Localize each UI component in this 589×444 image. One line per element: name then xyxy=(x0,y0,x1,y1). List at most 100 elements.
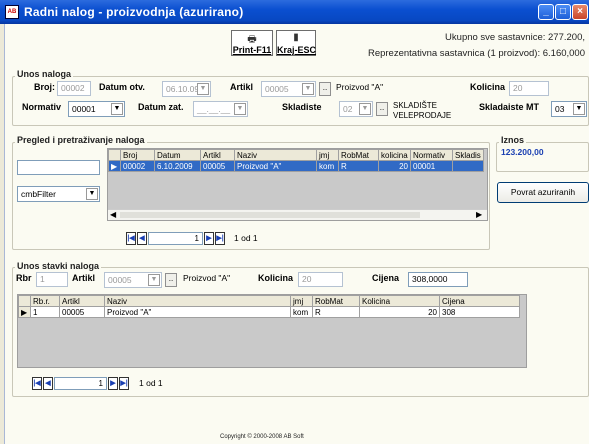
record-position-field[interactable]: 1 xyxy=(54,377,107,390)
skladiste-select[interactable]: 02 ▼ xyxy=(339,101,373,117)
col-header-normativ[interactable]: Normativ xyxy=(410,149,453,161)
stavke-kolicina-field[interactable]: 20 xyxy=(298,272,343,287)
stavke-artikl-name: Proizvod "A" xyxy=(183,273,231,283)
exit-button-label: Kraj-ESC xyxy=(277,45,317,55)
col-header-naziv[interactable]: Naziv xyxy=(104,295,291,307)
title-bar[interactable]: AB Radni nalog - proizvodnja (azurirano)… xyxy=(0,0,589,24)
artikl-browse-button[interactable]: .. xyxy=(319,82,331,96)
chevron-down-icon[interactable]: ▼ xyxy=(197,83,209,95)
scroll-right-icon[interactable]: ▶ xyxy=(476,210,482,219)
chevron-down-icon[interactable]: ▼ xyxy=(148,274,160,286)
cell-robmat[interactable]: R xyxy=(312,306,360,318)
col-header-jmj[interactable]: jmj xyxy=(290,295,313,307)
cell-artikl[interactable]: 00005 xyxy=(200,160,235,172)
cell-naziv[interactable]: Proizvod "A" xyxy=(234,160,317,172)
cell-kolicina[interactable]: 20 xyxy=(378,160,411,172)
table-row[interactable]: ▶ 00002 6.10.2009 00005 Proizvod "A" kom… xyxy=(108,160,484,172)
table-row[interactable]: ▶ 1 00005 Proizvod "A" kom R 20 308 xyxy=(18,306,520,318)
skladiste-mt-select[interactable]: 03 ▼ xyxy=(551,101,587,117)
col-header-artikl[interactable]: Artikl xyxy=(59,295,105,307)
stavke-artikl-browse-button[interactable]: .. xyxy=(165,273,177,287)
chevron-down-icon[interactable]: ▼ xyxy=(86,188,98,200)
last-record-button[interactable]: ▶| xyxy=(119,377,129,390)
cell-normativ[interactable]: 00001 xyxy=(410,160,453,172)
skladiste-name-line1: SKLADIŠTE xyxy=(393,101,438,110)
next-record-button[interactable]: ▶ xyxy=(204,232,214,245)
chevron-down-icon[interactable]: ▼ xyxy=(234,103,246,115)
exit-button[interactable]: ▮ Kraj-ESC xyxy=(276,30,316,56)
grid-header-row: Rb.r. Artikl Naziv jmj RobMat Kolicina C… xyxy=(18,295,520,307)
col-header-artikl[interactable]: Artikl xyxy=(200,149,235,161)
iznos-label: Iznos xyxy=(499,135,527,145)
first-record-button[interactable]: |◀ xyxy=(32,377,42,390)
filter-select[interactable]: cmbFilter ▼ xyxy=(17,186,100,202)
chevron-down-icon[interactable]: ▼ xyxy=(302,83,314,95)
pregled-label: Pregled i pretraživanje naloga xyxy=(15,135,147,145)
broj-label: Broj: xyxy=(34,82,55,92)
col-header-robmat[interactable]: RobMat xyxy=(312,295,360,307)
skladiste-value: 02 xyxy=(343,104,353,114)
cell-broj[interactable]: 00002 xyxy=(120,160,155,172)
datum-zat-field[interactable]: __.__.__ ▼ xyxy=(193,101,248,117)
skladiste-browse-button[interactable]: .. xyxy=(376,102,388,116)
cell-kolicina[interactable]: 20 xyxy=(359,306,440,318)
stavke-artikl-value: 00005 xyxy=(108,275,132,285)
skladiste-name-line2: VELEPRODAJE xyxy=(393,111,452,120)
datum-otv-field[interactable]: 06.10.09 ▼ xyxy=(162,81,211,97)
datum-otv-label: Datum otv. xyxy=(99,82,145,92)
stavke-kolicina-label: Kolicina xyxy=(258,273,294,283)
col-header-broj[interactable]: Broj xyxy=(120,149,155,161)
chevron-down-icon[interactable]: ▼ xyxy=(573,103,585,115)
grid-horizontal-scrollbar[interactable]: ◀ ▶ xyxy=(108,209,487,220)
maximize-button[interactable]: □ xyxy=(555,4,571,20)
col-header-rbr[interactable]: Rb.r. xyxy=(30,295,60,307)
last-record-button[interactable]: ▶| xyxy=(215,232,225,245)
prev-record-button[interactable]: ◀ xyxy=(137,232,147,245)
cell-datum[interactable]: 6.10.2009 xyxy=(154,160,201,172)
scroll-thumb[interactable] xyxy=(120,212,420,218)
cell-artikl[interactable]: 00005 xyxy=(59,306,105,318)
col-header-robmat[interactable]: RobMat xyxy=(338,149,379,161)
stavke-grid[interactable]: Rb.r. Artikl Naziv jmj RobMat Kolicina C… xyxy=(17,294,527,368)
next-record-button[interactable]: ▶ xyxy=(108,377,118,390)
rbr-field[interactable]: 1 xyxy=(36,272,68,287)
col-header-skladiste[interactable]: Skladis xyxy=(452,149,484,161)
cell-jmj[interactable]: kom xyxy=(316,160,339,172)
record-position-field[interactable]: 1 xyxy=(148,232,203,245)
record-count: 1 od 1 xyxy=(139,378,163,388)
first-record-button[interactable]: |◀ xyxy=(126,232,136,245)
cell-cijena[interactable]: 308 xyxy=(439,306,520,318)
datum-otv-value: 06.10.09 xyxy=(166,84,200,94)
stavke-artikl-field[interactable]: 00005 ▼ xyxy=(104,272,162,288)
normativ-select[interactable]: 00001 ▼ xyxy=(68,101,125,117)
search-input[interactable] xyxy=(17,160,100,175)
print-button-label: Print-F11 xyxy=(232,45,272,55)
povrat-azuriranih-button[interactable]: Povrat azuriranih xyxy=(497,182,589,203)
scroll-left-icon[interactable]: ◀ xyxy=(110,210,116,219)
prev-record-button[interactable]: ◀ xyxy=(43,377,53,390)
cell-robmat[interactable]: R xyxy=(338,160,379,172)
artikl-name: Proizvod "A" xyxy=(336,82,384,92)
col-header-jmj[interactable]: jmj xyxy=(316,149,339,161)
printer-icon: 🖶 xyxy=(247,34,257,45)
app-icon: AB xyxy=(5,5,19,19)
col-header-cijena[interactable]: Cijena xyxy=(439,295,520,307)
minimize-button[interactable]: _ xyxy=(538,4,554,20)
chevron-down-icon[interactable]: ▼ xyxy=(111,103,123,115)
chevron-down-icon[interactable]: ▼ xyxy=(359,103,371,115)
col-header-datum[interactable]: Datum xyxy=(154,149,201,161)
cell-jmj[interactable]: kom xyxy=(290,306,313,318)
cell-skladiste[interactable] xyxy=(452,160,484,172)
col-header-kolicina[interactable]: Kolicina xyxy=(359,295,440,307)
skladiste-label: Skladiste xyxy=(282,102,322,112)
artikl-field[interactable]: 00005 ▼ xyxy=(261,81,316,97)
cijena-field[interactable]: 308,0000 xyxy=(408,272,468,287)
kolicina-field[interactable]: 20 xyxy=(509,81,549,96)
col-header-naziv[interactable]: Naziv xyxy=(234,149,317,161)
cell-naziv[interactable]: Proizvod "A" xyxy=(104,306,291,318)
broj-field[interactable]: 00002 xyxy=(57,81,91,96)
cell-rbr[interactable]: 1 xyxy=(30,306,60,318)
print-button[interactable]: 🖶 Print-F11 xyxy=(231,30,273,56)
col-header-kolicina[interactable]: kolicina xyxy=(378,149,411,161)
close-button[interactable]: × xyxy=(572,4,588,20)
